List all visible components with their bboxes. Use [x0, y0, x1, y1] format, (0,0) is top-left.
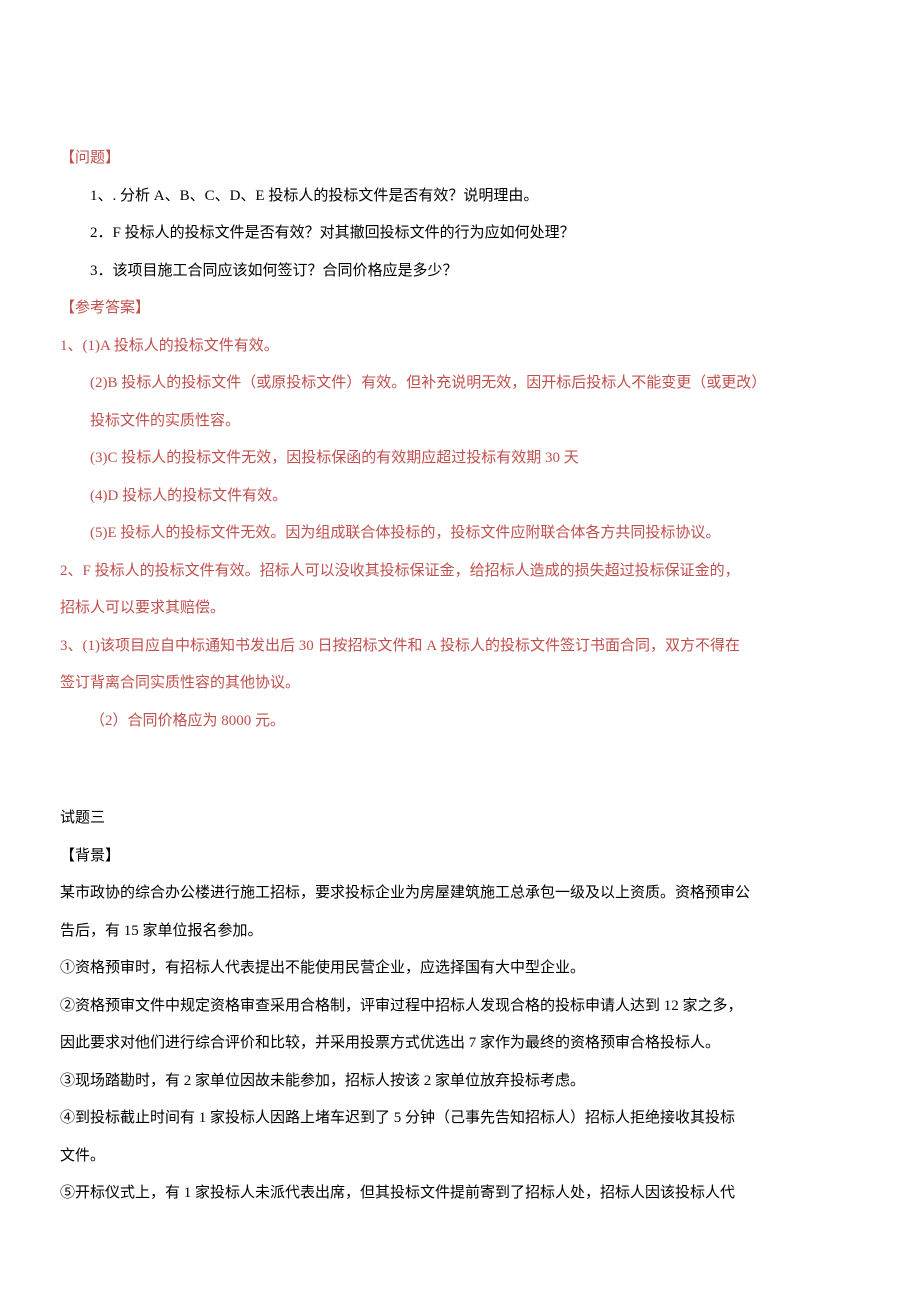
question-3-title: 试题三 [60, 800, 860, 838]
point-2a: ②资格预审文件中规定资格审查采用合格制，评审过程中招标人发现合格的投标申请人达到… [60, 988, 860, 1026]
answer-2a: 2、F 投标人的投标文件有效。招标人可以没收其投标保证金，给招标人造成的损失超过… [60, 553, 860, 591]
point-5: ⑤开标仪式上，有 1 家投标人未派代表出席，但其投标文件提前寄到了招标人处，招标… [60, 1175, 860, 1213]
answer-3c: （2）合同价格应为 8000 元。 [60, 703, 860, 741]
background-header: 【背景】 [60, 838, 860, 876]
answer-1-1: 1、(1)A 投标人的投标文件有效。 [60, 328, 860, 366]
point-1: ①资格预审时，有招标人代表提出不能使用民营企业，应选择国有大中型企业。 [60, 950, 860, 988]
answer-1-2a: (2)B 投标人的投标文件（或原投标文件）有效。但补充说明无效，因开标后投标人不… [60, 365, 860, 403]
answer-1-2b: 投标文件的实质性容。 [60, 403, 860, 441]
answer-1-3: (3)C 投标人的投标文件无效，因投标保函的有效期应超过投标有效期 30 天 [60, 440, 860, 478]
answer-header: 【参考答案】 [60, 290, 860, 328]
question-header: 【问题】 [60, 140, 860, 178]
answer-1-5: (5)E 投标人的投标文件无效。因为组成联合体投标的，投标文件应附联合体各方共同… [60, 515, 860, 553]
spacer [60, 740, 860, 778]
answer-2b: 招标人可以要求其赔偿。 [60, 590, 860, 628]
background-line-2: 告后，有 15 家单位报名参加。 [60, 913, 860, 951]
point-4a: ④到投标截止时间有 1 家投标人因路上堵车迟到了 5 分钟（己事先告知招标人）招… [60, 1100, 860, 1138]
point-3: ③现场踏勘时，有 2 家单位因故未能参加，招标人按该 2 家单位放弃投标考虑。 [60, 1063, 860, 1101]
answer-3a: 3、(1)该项目应自中标通知书发出后 30 日按招标文件和 A 投标人的投标文件… [60, 628, 860, 666]
spacer [60, 778, 860, 801]
point-4b: 文件。 [60, 1138, 860, 1176]
question-2: 2．F 投标人的投标文件是否有效？对其撤回投标文件的行为应如何处理？ [60, 215, 860, 253]
question-1: 1、. 分析 A、B、C、D、E 投标人的投标文件是否有效？说明理由。 [60, 178, 860, 216]
question-3: 3．该项目施工合同应该如何签订？合同价格应是多少？ [60, 253, 860, 291]
background-line-1: 某市政协的综合办公楼进行施工招标，要求投标企业为房屋建筑施工总承包一级及以上资质… [60, 875, 860, 913]
answer-1-4: (4)D 投标人的投标文件有效。 [60, 478, 860, 516]
answer-3b: 签订背离合同实质性容的其他协议。 [60, 665, 860, 703]
point-2b: 因此要求对他们进行综合评价和比较，并采用投票方式优选出 7 家作为最终的资格预审… [60, 1025, 860, 1063]
answer-block: 1、(1)A 投标人的投标文件有效。 (2)B 投标人的投标文件（或原投标文件）… [60, 328, 860, 741]
